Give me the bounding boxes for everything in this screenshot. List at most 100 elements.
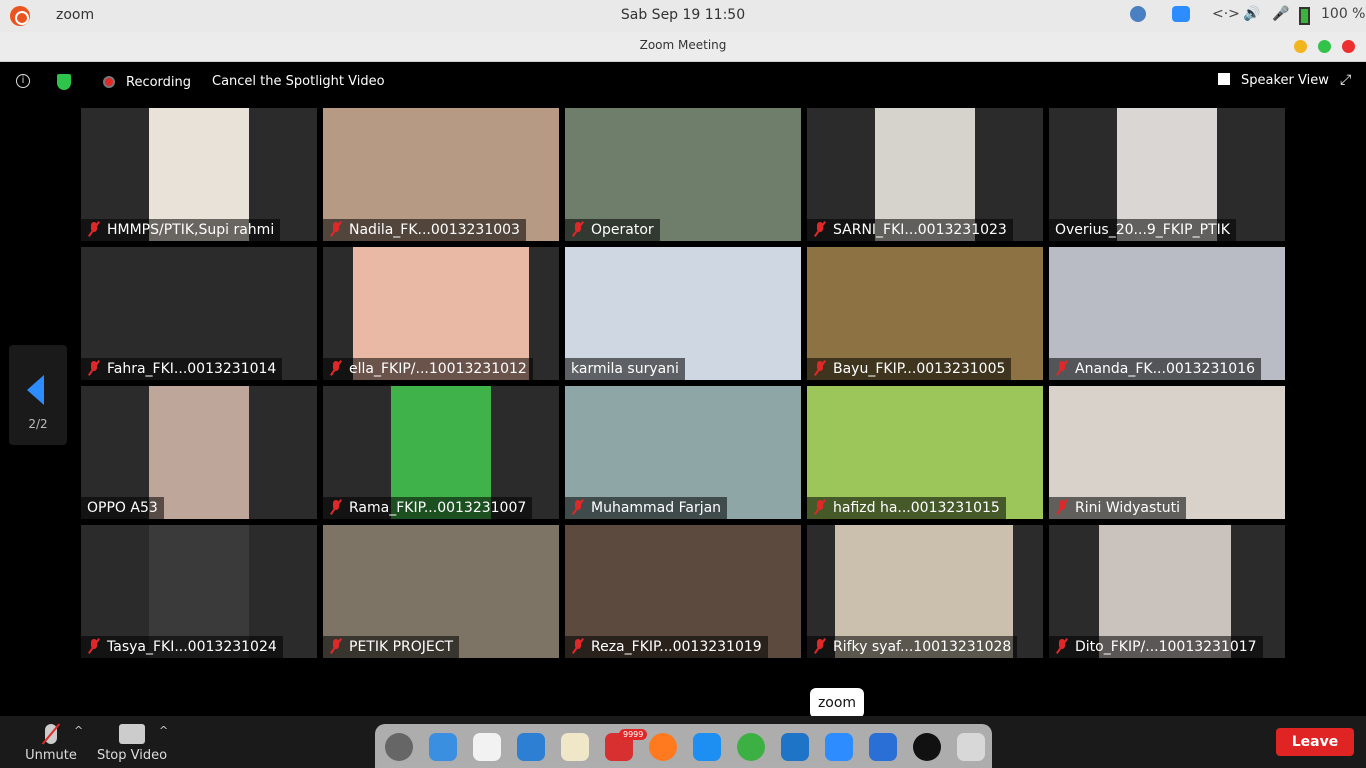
participant-name-label: Muhammad Farjan xyxy=(565,497,728,519)
microphone-icon[interactable]: 🎤 xyxy=(1272,6,1289,22)
participant-tile[interactable]: ella_FKIP/...10013231012 xyxy=(323,247,559,380)
participant-tile[interactable]: PETIK PROJECT xyxy=(323,525,559,658)
participant-name-label: OPPO A53 xyxy=(81,497,164,519)
participant-tile[interactable]: Overius_20...9_FKIP_PTIK xyxy=(1049,108,1285,241)
participant-tile[interactable]: OPPO A53 xyxy=(81,386,317,519)
recording-icon xyxy=(103,76,115,88)
zoom-dock-icon[interactable] xyxy=(825,733,853,761)
chrome-icon[interactable] xyxy=(737,733,765,761)
participant-name: Overius_20...9_FKIP_PTIK xyxy=(1055,222,1230,238)
dock-tooltip: zoom xyxy=(810,688,864,718)
page-indicator: 2/2 xyxy=(28,417,48,431)
meeting-info-icon[interactable]: i xyxy=(16,74,30,88)
participant-tile[interactable]: Rama_FKIP...0013231007 xyxy=(323,386,559,519)
participant-tile[interactable]: SARNI_FKI...0013231023 xyxy=(807,108,1043,241)
participant-tile[interactable]: Operator xyxy=(565,108,801,241)
fullscreen-icon[interactable]: ⤢ xyxy=(1340,72,1351,88)
encryption-shield-icon[interactable] xyxy=(57,74,71,90)
vscode-icon[interactable] xyxy=(781,733,809,761)
window-title: Zoom Meeting xyxy=(639,38,727,52)
participant-name-label: karmila suryani xyxy=(565,358,685,380)
unmute-label: Unmute xyxy=(25,748,77,763)
system-clock[interactable]: Sab Sep 19 11:50 xyxy=(0,7,1366,23)
participant-tile[interactable]: Fahra_FKI...0013231014 xyxy=(81,247,317,380)
participant-tile[interactable]: Tasya_FKI...0013231024 xyxy=(81,525,317,658)
maximize-button[interactable] xyxy=(1318,40,1331,53)
participant-name-label: SARNI_FKI...0013231023 xyxy=(807,219,1013,241)
music-icon[interactable] xyxy=(473,733,501,761)
muted-mic-icon xyxy=(1055,639,1069,653)
participant-tile[interactable]: Bayu_FKIP...0013231005 xyxy=(807,247,1043,380)
participant-name: SARNI_FKI...0013231023 xyxy=(833,222,1007,238)
participant-name-label: Rifky syaf...10013231028 xyxy=(807,636,1018,658)
muted-mic-icon xyxy=(571,500,585,514)
participant-name-label: Tasya_FKI...0013231024 xyxy=(81,636,283,658)
notes-icon[interactable] xyxy=(561,733,589,761)
muted-mic-icon xyxy=(813,361,827,375)
muted-mic-icon xyxy=(87,361,101,375)
finder-icon[interactable] xyxy=(429,733,457,761)
stop-video-label: Stop Video xyxy=(96,748,168,763)
participant-name-label: hafizd ha...0013231015 xyxy=(807,497,1006,519)
notification-badge: 9999 xyxy=(619,729,648,740)
participant-name-label: Bayu_FKIP...0013231005 xyxy=(807,358,1012,380)
speaker-view-button[interactable]: Speaker View xyxy=(1241,73,1329,88)
participant-name-label: HMMPS/PTIK,Supi rahmi xyxy=(81,219,281,241)
participant-tile[interactable]: Muhammad Farjan xyxy=(565,386,801,519)
battery-icon[interactable] xyxy=(1299,7,1310,25)
participant-tile[interactable]: Reza_FKIP...0013231019 xyxy=(565,525,801,658)
participant-name: OPPO A53 xyxy=(87,500,158,516)
account-icon[interactable] xyxy=(1130,6,1146,22)
participant-tile[interactable]: Rifky syaf...10013231028 xyxy=(807,525,1043,658)
participant-tile[interactable]: hafizd ha...0013231015 xyxy=(807,386,1043,519)
muted-mic-icon xyxy=(1055,361,1069,375)
participant-name-label: Ananda_FK...0013231016 xyxy=(1049,358,1262,380)
minimize-button[interactable] xyxy=(1294,40,1307,53)
muted-mic-icon xyxy=(813,639,827,653)
mail-icon[interactable]: 9999 xyxy=(605,729,648,761)
participant-tile[interactable]: Dito_FKIP/...10013231017 xyxy=(1049,525,1285,658)
participant-name-label: PETIK PROJECT xyxy=(323,636,460,658)
volume-icon[interactable]: 🔊 xyxy=(1243,6,1260,22)
participant-name: Nadila_FK...0013231003 xyxy=(349,222,520,238)
audio-options-caret-icon[interactable]: ^ xyxy=(74,724,83,737)
participant-name-label: Nadila_FK...0013231003 xyxy=(323,219,526,241)
zoom-tray-icon[interactable] xyxy=(1172,6,1190,22)
trash-icon[interactable] xyxy=(957,733,985,761)
cancel-spotlight-button[interactable]: Cancel the Spotlight Video xyxy=(212,74,385,89)
participant-name: Dito_FKIP/...10013231017 xyxy=(1075,639,1257,655)
participant-name: Rifky syaf...10013231028 xyxy=(833,639,1012,655)
unmute-button[interactable]: Unmute xyxy=(22,716,80,763)
muted-mic-icon xyxy=(329,361,343,375)
battery-level[interactable]: 100 % xyxy=(1321,6,1365,22)
network-icon[interactable]: <·> xyxy=(1212,6,1240,22)
leave-button[interactable]: Leave xyxy=(1276,728,1354,756)
apple-tv-icon[interactable] xyxy=(913,733,941,761)
participant-tile[interactable]: Rini Widyastuti xyxy=(1049,386,1285,519)
meeting-header: i Recording Cancel the Spotlight Video S… xyxy=(0,62,1366,102)
launchpad-icon[interactable] xyxy=(385,733,413,761)
recording-label[interactable]: Recording xyxy=(126,75,191,90)
firefox-icon[interactable] xyxy=(649,733,677,761)
participant-name: Operator xyxy=(591,222,654,238)
participant-name: Fahra_FKI...0013231014 xyxy=(107,361,277,377)
participant-tile[interactable]: HMMPS/PTIK,Supi rahmi xyxy=(81,108,317,241)
previous-page-button[interactable]: 2/2 xyxy=(9,345,67,445)
left-arrow-icon xyxy=(27,375,44,405)
participant-name: ella_FKIP/...10013231012 xyxy=(349,361,527,377)
participant-tile[interactable]: karmila suryani xyxy=(565,247,801,380)
participant-name: Tasya_FKI...0013231024 xyxy=(107,639,277,655)
participant-tile[interactable]: Nadila_FK...0013231003 xyxy=(323,108,559,241)
participant-name-label: Fahra_FKI...0013231014 xyxy=(81,358,283,380)
video-options-caret-icon[interactable]: ^ xyxy=(159,724,168,737)
close-button[interactable] xyxy=(1342,40,1355,53)
participant-name-label: Dito_FKIP/...10013231017 xyxy=(1049,636,1263,658)
participant-name: Rini Widyastuti xyxy=(1075,500,1181,516)
stop-video-button[interactable]: Stop Video xyxy=(96,716,168,763)
participant-video xyxy=(149,386,249,519)
participant-name: Ananda_FK...0013231016 xyxy=(1075,361,1256,377)
wps-icon[interactable] xyxy=(869,733,897,761)
app-store-icon[interactable] xyxy=(693,733,721,761)
dictionary-icon[interactable] xyxy=(517,733,545,761)
participant-tile[interactable]: Ananda_FK...0013231016 xyxy=(1049,247,1285,380)
